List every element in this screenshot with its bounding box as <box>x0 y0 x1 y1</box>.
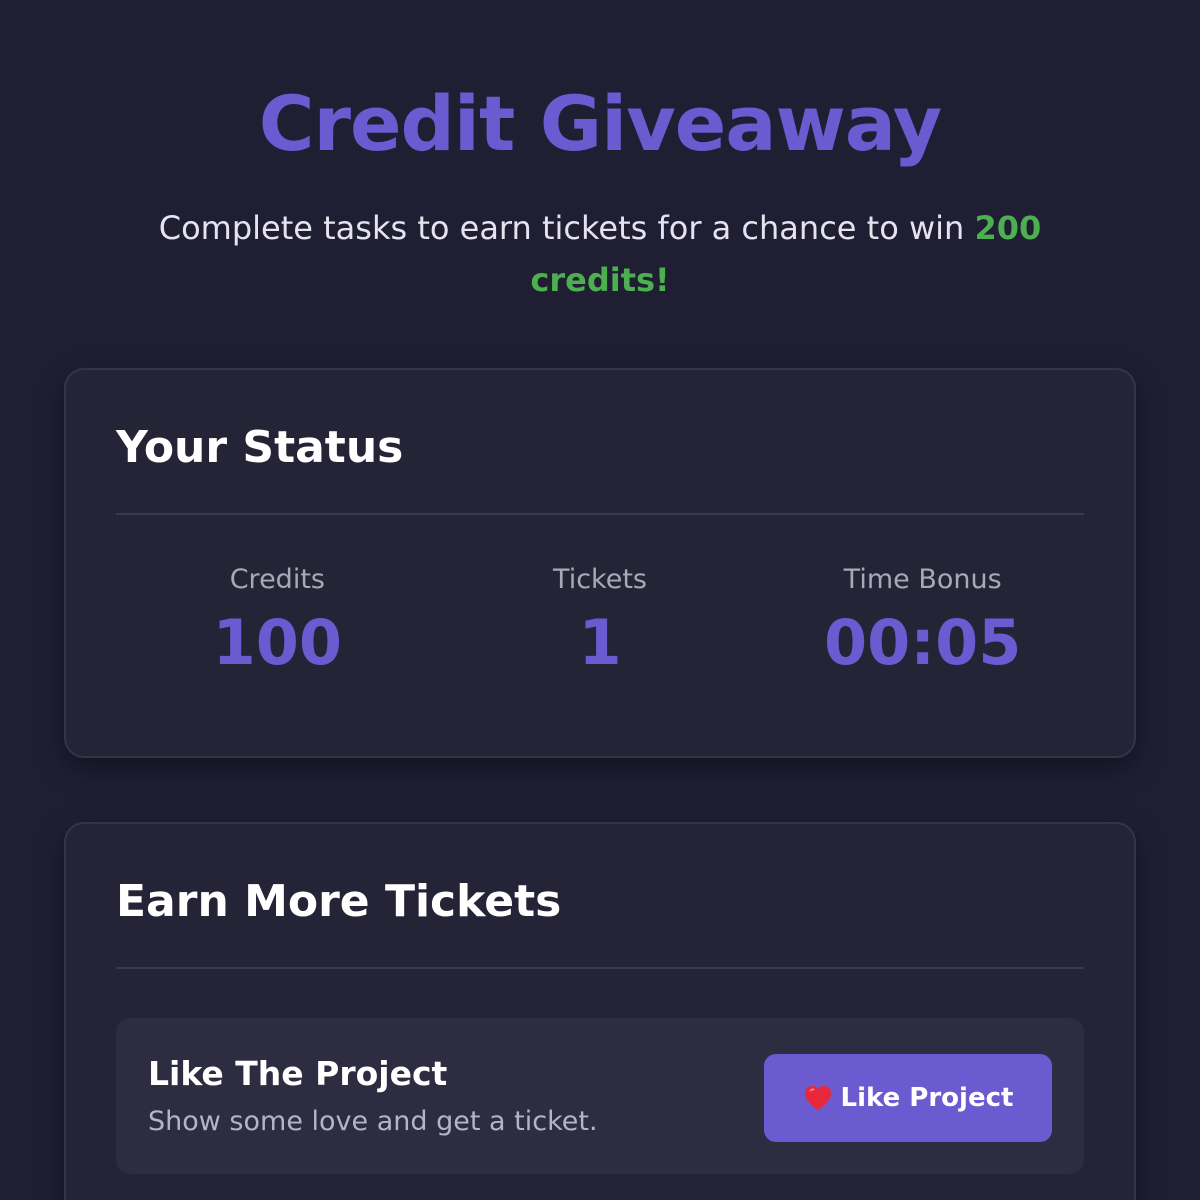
page-title: Credit Giveaway <box>258 79 943 168</box>
page-subtitle: Complete tasks to earn tickets for a cha… <box>110 202 1090 306</box>
like-project-button[interactable]: Like Project <box>764 1054 1052 1142</box>
stat-value: 00:05 <box>824 606 1022 680</box>
status-divider <box>116 513 1084 515</box>
status-card-title: Your Status <box>116 422 404 473</box>
earn-divider <box>116 967 1084 969</box>
status-card: Your Status Credits 100 Tickets 1 Time B… <box>64 368 1136 758</box>
like-project-label: Like Project <box>840 1083 1014 1113</box>
stat-value: 1 <box>578 606 622 680</box>
earn-tickets-card: Earn More Tickets Like The Project Show … <box>64 822 1136 1200</box>
giveaway-page: Credit Giveaway Complete tasks to earn t… <box>0 0 1200 1200</box>
stat-credits: Credits 100 <box>116 562 439 677</box>
subtitle-text: Complete tasks to earn tickets for a cha… <box>158 209 975 247</box>
stat-label: Tickets <box>553 564 647 595</box>
stat-label: Credits <box>229 564 325 595</box>
heart-icon <box>804 1085 831 1111</box>
stat-value: 100 <box>212 606 343 680</box>
stat-label: Time Bonus <box>843 564 1002 595</box>
earn-card-title: Earn More Tickets <box>116 876 562 927</box>
stat-time-bonus: Time Bonus 00:05 <box>761 562 1084 677</box>
task-description: Show some love and get a ticket. <box>148 1106 598 1137</box>
task-title: Like The Project <box>148 1054 448 1093</box>
stat-tickets: Tickets 1 <box>439 562 762 677</box>
task-like-project: Like The Project Show some love and get … <box>116 1018 1084 1174</box>
status-stats: Credits 100 Tickets 1 Time Bonus 00:05 <box>116 562 1084 677</box>
